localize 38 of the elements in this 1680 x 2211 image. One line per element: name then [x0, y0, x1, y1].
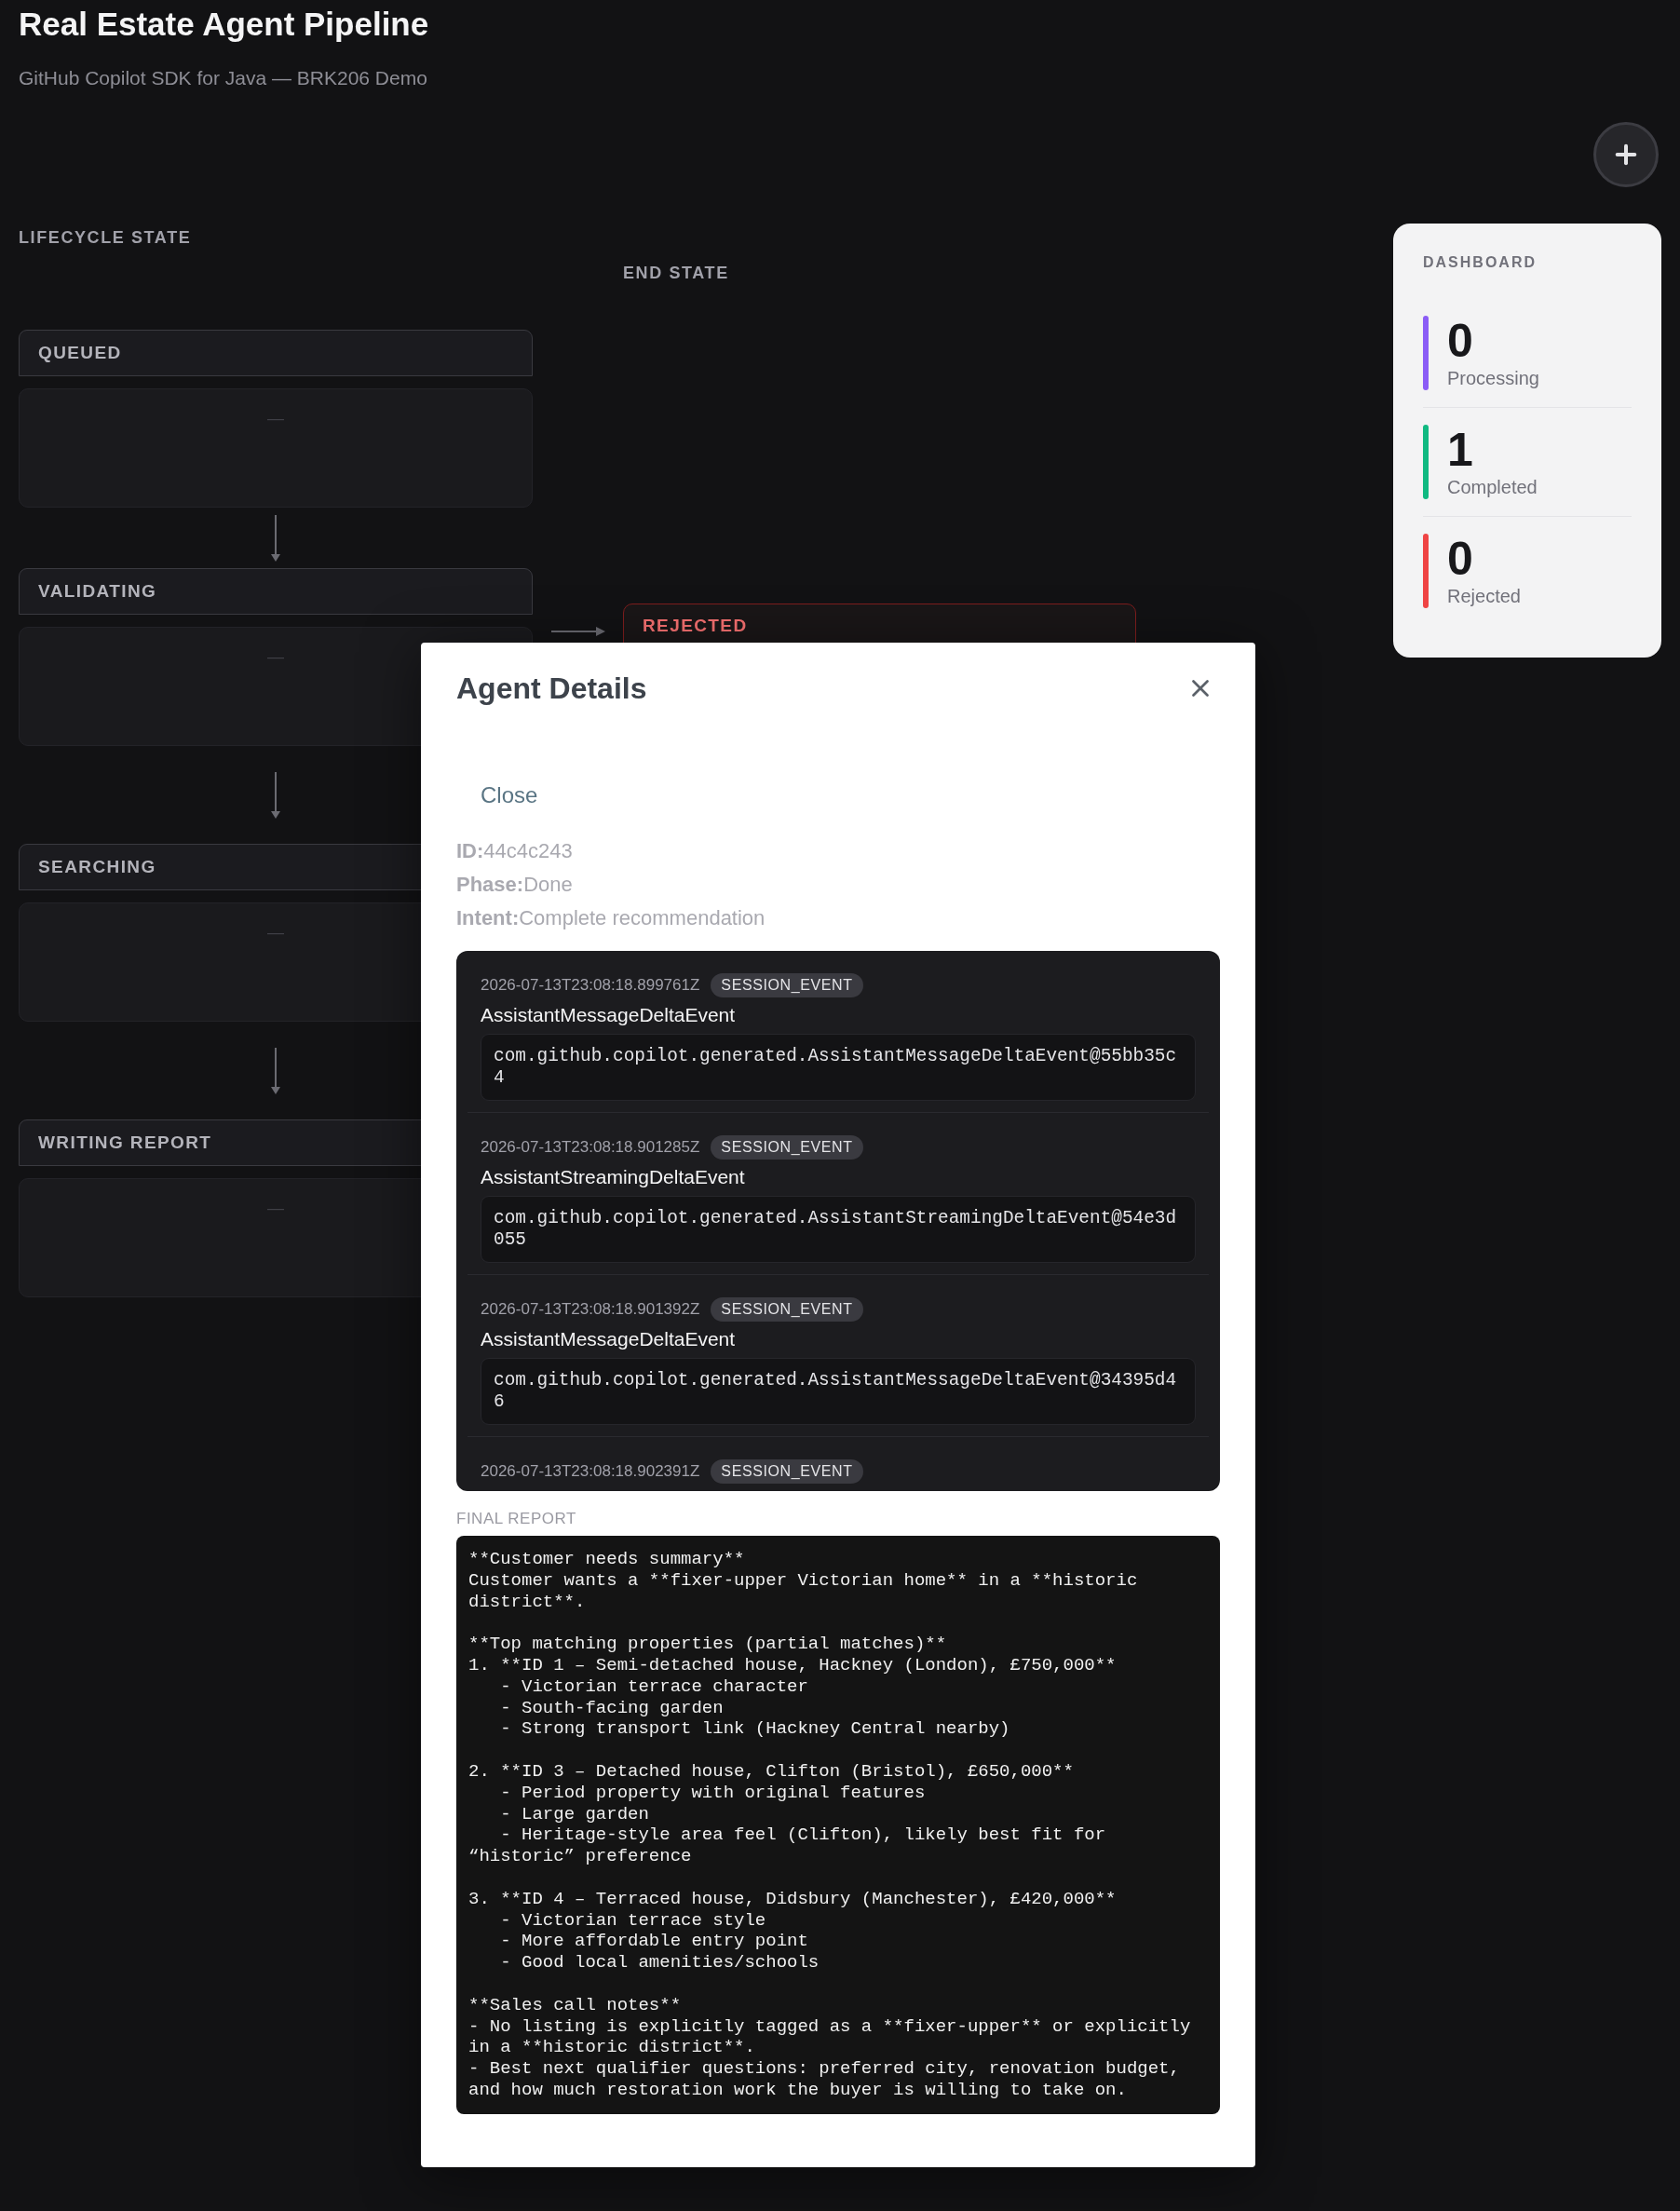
- event-timestamp: 2026-07-13T23:08:18.902391Z: [481, 1462, 700, 1481]
- report-text: **Customer needs summary** Customer wants a **fixer-upper Victorian home** in a **historic district**. **Top matching properties (partial matches)** 1. **ID 1 – Semi-detached house, Hackney (London), £750,000** - Victorian terrace character - South-facing garden - Strong transport link (Hackney Central nearby) 2. **ID 3 – Detached house, Clifton (Bristol), £650,000** - Period property with original features - Large garden - Heritage-style area feel (Clifton), likely best fit for “historic” preference 3. **ID 4 – Terraced house, Didsbury (Manchester), £420,000** - Victorian terrace style - More affordable entry point - Good local amenities/schools **Sales call notes** - No listing is explicitly tagged as a **fixer-upper** or explicitly in a **historic district**. - Best next qualifier questions: preferred city, renovation budget, and how much restoration work the buyer is willing to take on.: [456, 1536, 1220, 2114]
- section-heading: END STATE: [623, 263, 730, 283]
- stage-header: QUEUED: [19, 330, 533, 376]
- event-type-tag: SESSION_EVENT: [711, 1135, 863, 1160]
- page-subtitle: GitHub Copilot SDK for Java — BRK206 Demo: [19, 67, 428, 89]
- event-type-tag: SESSION_EVENT: [711, 1297, 863, 1322]
- section-heading: LIFECYCLE STATE: [19, 227, 193, 248]
- stat-label: Rejected: [1447, 585, 1521, 608]
- stat-label: Completed: [1447, 476, 1538, 499]
- event-name: AssistantMessageDeltaEvent: [481, 1328, 737, 1350]
- event-payload: com.github.copilot.generated.AssistantMessageDeltaEvent@34395d46: [481, 1358, 1196, 1425]
- empty-dash: —: [267, 410, 284, 429]
- down-arrow-icon: [270, 514, 281, 562]
- event-payload: com.github.copilot.generated.AssistantMessageDeltaEvent@55bb35c4: [481, 1034, 1196, 1101]
- down-arrow-icon: [270, 1047, 281, 1094]
- stat-value: 1: [1447, 425, 1474, 475]
- stat-value: 0: [1447, 534, 1474, 584]
- event-name: AssistantMessageDeltaEvent: [481, 1004, 737, 1026]
- report-heading: FINAL REPORT: [456, 1510, 577, 1528]
- event-timestamp: 2026-07-13T23:08:18.901392Z: [481, 1300, 700, 1319]
- down-arrow-icon: [270, 771, 281, 819]
- event-name: AssistantStreamingDeltaEvent: [481, 1166, 746, 1188]
- event-payload: com.github.copilot.generated.AssistantStreamingDeltaEvent@54e3d055: [481, 1196, 1196, 1263]
- empty-dash: —: [267, 648, 284, 668]
- stage-header: VALIDATING: [19, 568, 533, 615]
- stat-value: 0: [1447, 316, 1474, 366]
- empty-dash: —: [267, 1200, 284, 1219]
- stat-label: Processing: [1447, 367, 1539, 390]
- close-link-button[interactable]: Close: [456, 773, 562, 818]
- dashboard-heading: DASHBOARD: [1423, 254, 1538, 271]
- event-timestamp: 2026-07-13T23:08:18.899761Z: [481, 976, 700, 995]
- event-type-tag: SESSION_EVENT: [711, 973, 863, 997]
- page-title: Real Estate Agent Pipeline: [19, 5, 430, 44]
- empty-dash: —: [267, 924, 284, 943]
- detail-line: Intent:Complete recommendation: [456, 905, 766, 930]
- right-arrow-icon: [550, 626, 605, 637]
- event-type-tag: SESSION_EVENT: [711, 1459, 863, 1484]
